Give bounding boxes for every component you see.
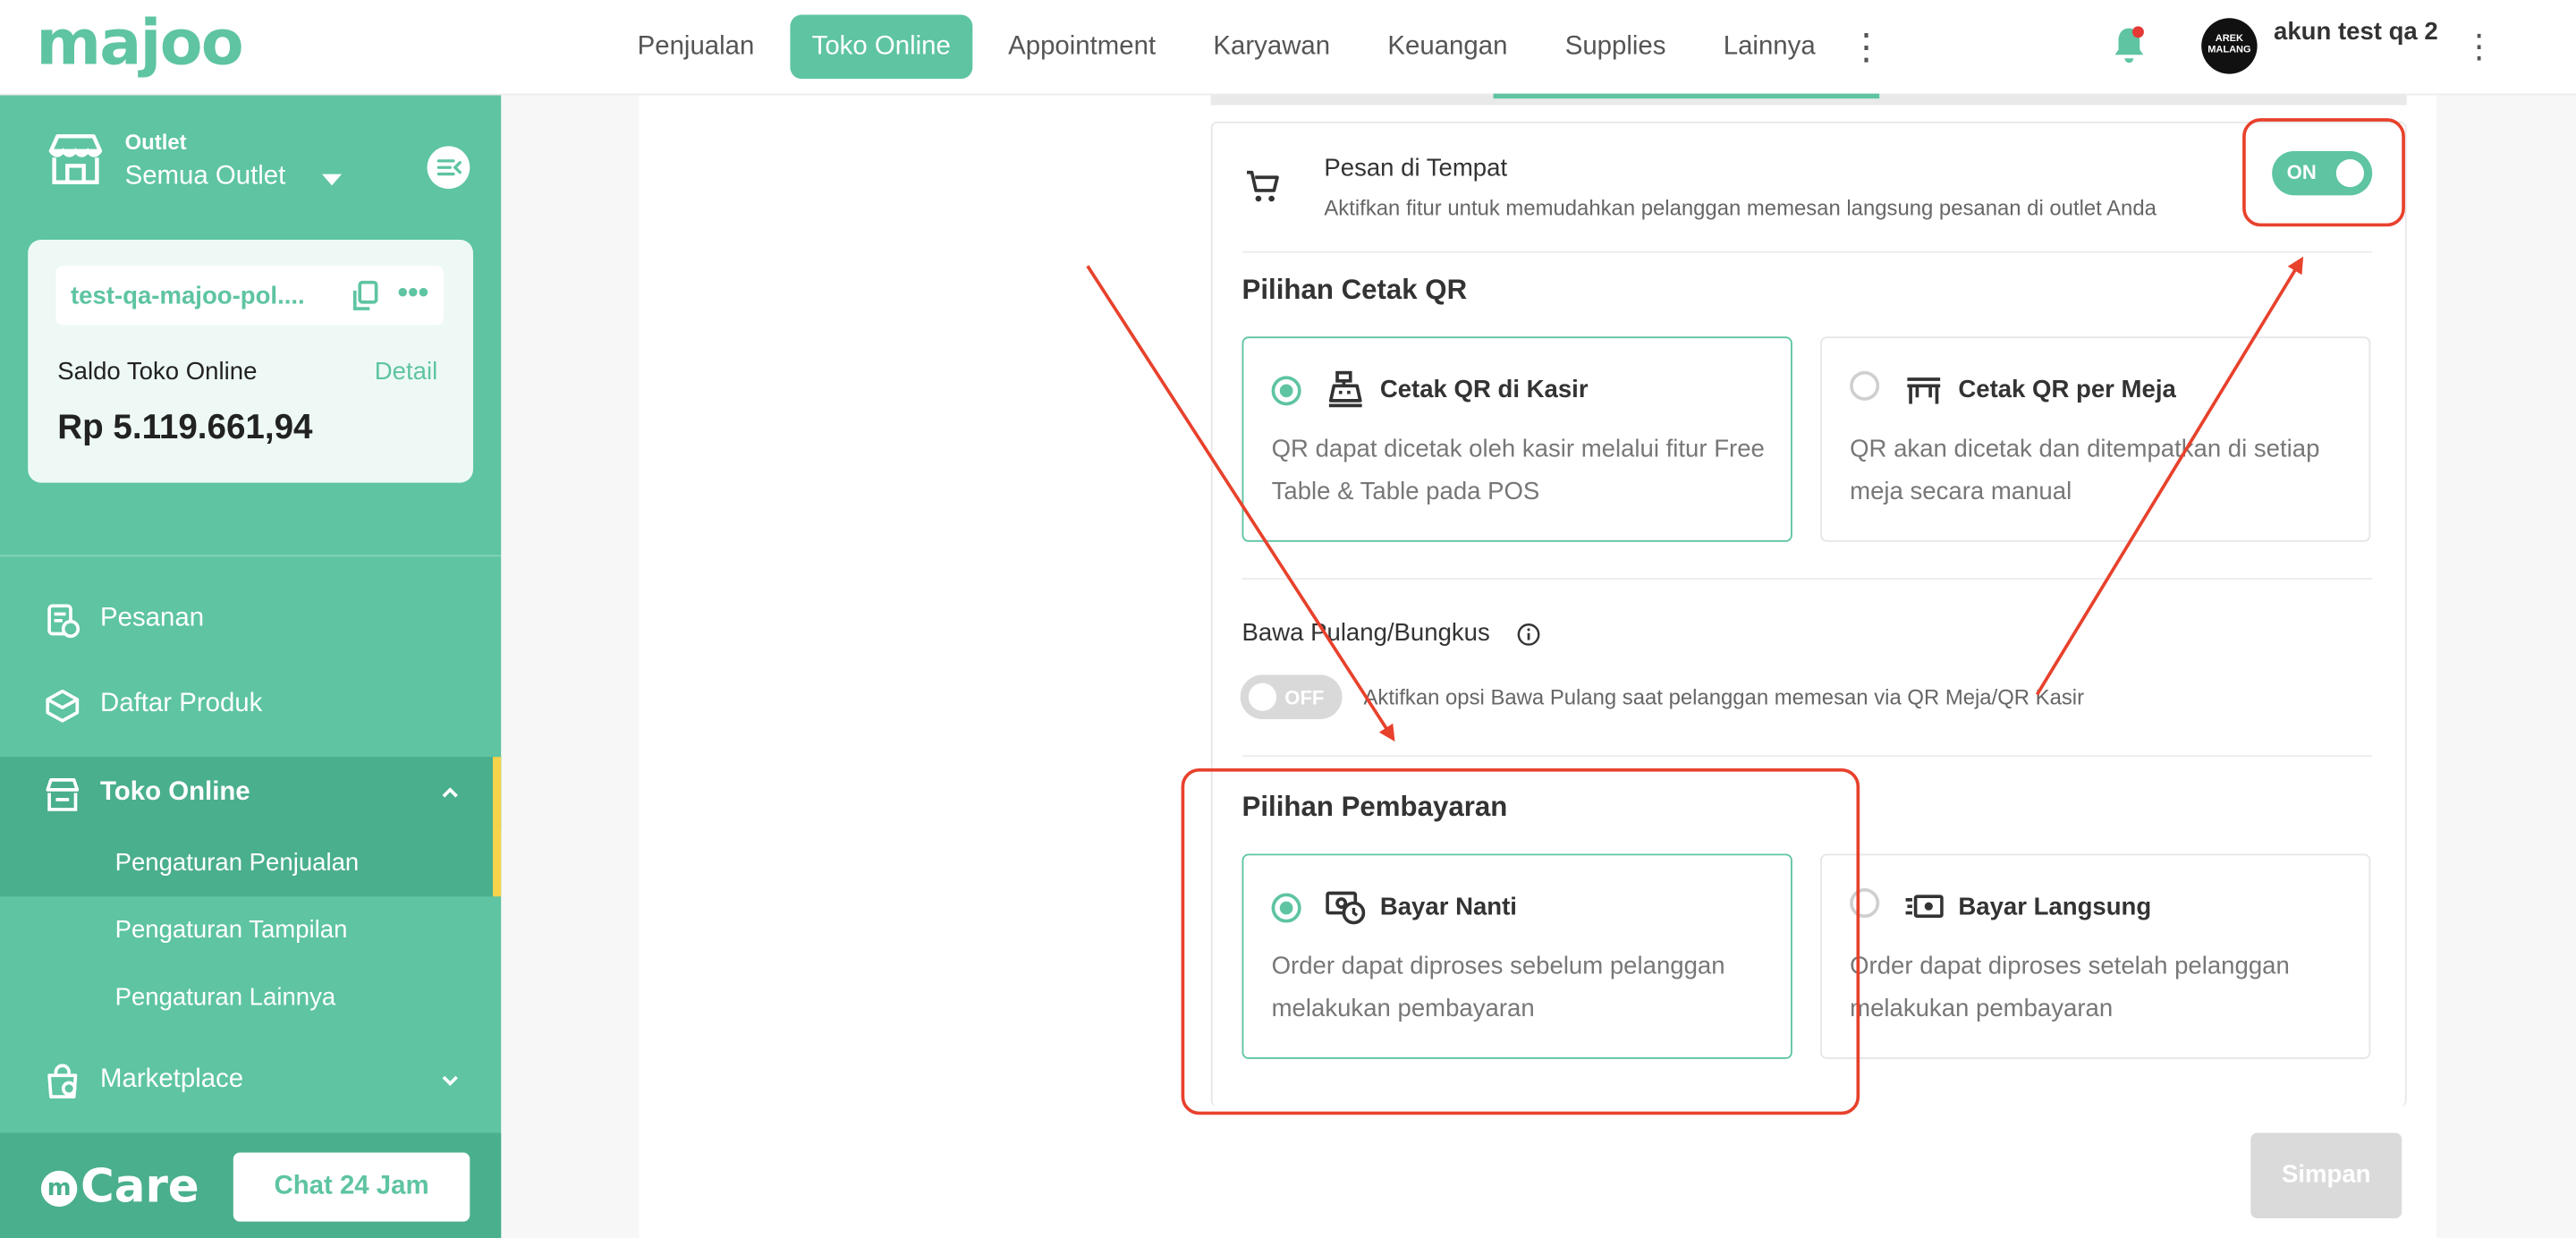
care-logo-text: Care [80, 1158, 199, 1214]
takeaway-toggle[interactable]: OFF [1240, 674, 1343, 719]
divider [1241, 755, 2373, 758]
caret-down-icon[interactable] [321, 174, 343, 186]
chevron-down-icon [442, 1075, 458, 1087]
nav-active-indicator [1493, 93, 1880, 99]
outlet-label: Outlet [124, 130, 187, 155]
box-icon [46, 689, 80, 723]
toggle-label: OFF [1284, 686, 1325, 709]
sidebar-item-label: Daftar Produk [100, 689, 263, 718]
sidebar: Outlet Semua Outlet test-qa-majoo-pol...… [0, 95, 502, 1238]
user-menu-icon[interactable]: ⋮ [2462, 26, 2496, 67]
app-screen: majoo Penjualan Toko Online Appointment … [0, 0, 2576, 1238]
sidebar-subitem-pengaturan-penjualan[interactable]: Pengaturan Penjualan [0, 828, 494, 897]
sidebar-item-toko-online[interactable]: Toko Online [0, 757, 502, 829]
sidebar-subitem-label: Pengaturan Penjualan [114, 848, 360, 878]
store-balance-card: test-qa-majoo-pol.... ••• Saldo Toko Onl… [28, 239, 473, 483]
nav-more-icon[interactable]: ⋮ [1848, 15, 1884, 80]
chat-24-jam-button[interactable]: Chat 24 Jam [233, 1152, 470, 1222]
takeaway-label: Bawa Pulang/Bungkus [1241, 618, 1490, 648]
nav-keuangan[interactable]: Keuangan [1367, 15, 1530, 80]
top-bar: majoo Penjualan Toko Online Appointment … [0, 0, 2576, 99]
copy-icon[interactable] [348, 279, 381, 312]
radio-button[interactable] [1271, 376, 1301, 406]
more-horizontal-icon[interactable]: ••• [397, 276, 428, 310]
payment-section-title: Pilihan Pembayaran [1241, 791, 1508, 823]
sidebar-item-label: Toko Online [100, 778, 250, 807]
avatar[interactable]: AREK MALANG [2201, 18, 2258, 74]
option-description: QR dapat dicetak oleh kasir melalui fitu… [1271, 435, 1765, 506]
info-icon[interactable] [1516, 623, 1541, 648]
sidebar-item-pesanan[interactable]: Pesanan [0, 583, 501, 658]
nav-appointment[interactable]: Appointment [987, 15, 1177, 80]
divider [1241, 578, 2373, 580]
collapse-sidebar-button[interactable] [427, 146, 470, 190]
store-icon [46, 778, 80, 811]
dine-in-toggle[interactable]: ON [2272, 150, 2373, 196]
feature-description: Aktifkan fitur untuk memudahkan pelangga… [1324, 195, 2157, 220]
table-icon [1907, 377, 1941, 404]
option-title: Bayar Nanti [1379, 893, 1517, 921]
sidebar-active-indicator [493, 757, 502, 897]
qr-section-title: Pilihan Cetak QR [1241, 274, 1468, 306]
cashier-icon [1328, 370, 1362, 408]
sidebar-item-marketplace[interactable]: Marketplace [0, 1044, 501, 1119]
notification-dot [2132, 26, 2144, 38]
qr-option-kasir[interactable]: Cetak QR di Kasir QR dapat dicetak oleh … [1241, 336, 1792, 542]
majoo-logo[interactable]: majoo [36, 6, 243, 79]
radio-button[interactable] [1850, 370, 1880, 401]
payment-option-bayar-nanti[interactable]: Bayar Nanti Order dapat diproses sebelum… [1241, 853, 1792, 1059]
nav-penjualan[interactable]: Penjualan [616, 15, 775, 80]
user-name[interactable]: akun test qa 2 [2274, 18, 2454, 46]
sidebar-item-label: Marketplace [100, 1065, 244, 1094]
sidebar-item-label: Pesanan [100, 604, 205, 632]
sidebar-subitem-label: Pengaturan Lainnya [114, 983, 336, 1012]
toggle-knob [1248, 683, 1277, 711]
store-icon [48, 134, 103, 184]
sidebar-subitem-label: Pengaturan Tampilan [114, 916, 348, 945]
option-description: Order dapat diproses setelah pelanggan m… [1850, 952, 2290, 1023]
cart-icon [1247, 170, 1279, 202]
saldo-label: Saldo Toko Online [57, 358, 258, 386]
radio-button[interactable] [1271, 893, 1301, 923]
outlet-selector[interactable]: Semua Outlet [125, 163, 286, 192]
care-logo: m Care [40, 1158, 199, 1214]
save-button[interactable]: Simpan [2250, 1132, 2402, 1218]
saldo-detail-link[interactable]: Detail [375, 358, 437, 386]
care-m-icon: m [40, 1170, 78, 1208]
option-title: Cetak QR di Kasir [1379, 376, 1589, 404]
option-description: QR akan dicetak dan ditempatkan di setia… [1850, 435, 2320, 506]
main-nav: Penjualan Toko Online Appointment Karyaw… [616, 14, 1885, 80]
qr-option-meja[interactable]: Cetak QR per Meja QR akan dicetak dan di… [1820, 336, 2371, 542]
store-url-box: test-qa-majoo-pol.... ••• [55, 266, 444, 326]
store-url[interactable]: test-qa-majoo-pol.... [71, 283, 305, 310]
marketplace-icon [47, 1064, 78, 1098]
divider [1241, 250, 2373, 253]
saldo-value: Rp 5.119.661,94 [57, 409, 313, 447]
toggle-label: ON [2286, 160, 2317, 184]
option-title: Bayar Langsung [1958, 893, 2152, 921]
feature-title: Pesan di Tempat [1324, 154, 1508, 182]
option-description: Order dapat diproses sebelum pelanggan m… [1271, 952, 1725, 1023]
bell-icon[interactable] [2107, 23, 2150, 69]
nav-lainnya[interactable]: Lainnya [1702, 15, 1837, 80]
sidebar-divider [0, 555, 502, 557]
sidebar-subitem-pengaturan-tampilan[interactable]: Pengaturan Tampilan [0, 896, 493, 963]
radio-button[interactable] [1850, 888, 1880, 919]
cash-icon [1905, 895, 1944, 919]
sidebar-item-daftar-produk[interactable]: Daftar Produk [0, 668, 501, 743]
toggle-knob [2335, 159, 2365, 188]
pay-later-icon [1326, 891, 1366, 925]
payment-option-bayar-langsung[interactable]: Bayar Langsung Order dapat diproses sete… [1820, 853, 2371, 1059]
chevron-up-icon [442, 787, 458, 798]
menu-collapse-icon [436, 159, 462, 176]
nav-supplies[interactable]: Supplies [1544, 15, 1687, 80]
nav-toko-online[interactable]: Toko Online [790, 14, 972, 80]
nav-karyawan[interactable]: Karyawan [1192, 15, 1352, 80]
sidebar-subitem-pengaturan-lainnya[interactable]: Pengaturan Lainnya [0, 963, 493, 1030]
order-icon [47, 604, 80, 639]
care-bar: m Care Chat 24 Jam [0, 1132, 502, 1238]
option-title: Cetak QR per Meja [1958, 376, 2176, 404]
takeaway-description: Aktifkan opsi Bawa Pulang saat pelanggan… [1363, 684, 2085, 709]
